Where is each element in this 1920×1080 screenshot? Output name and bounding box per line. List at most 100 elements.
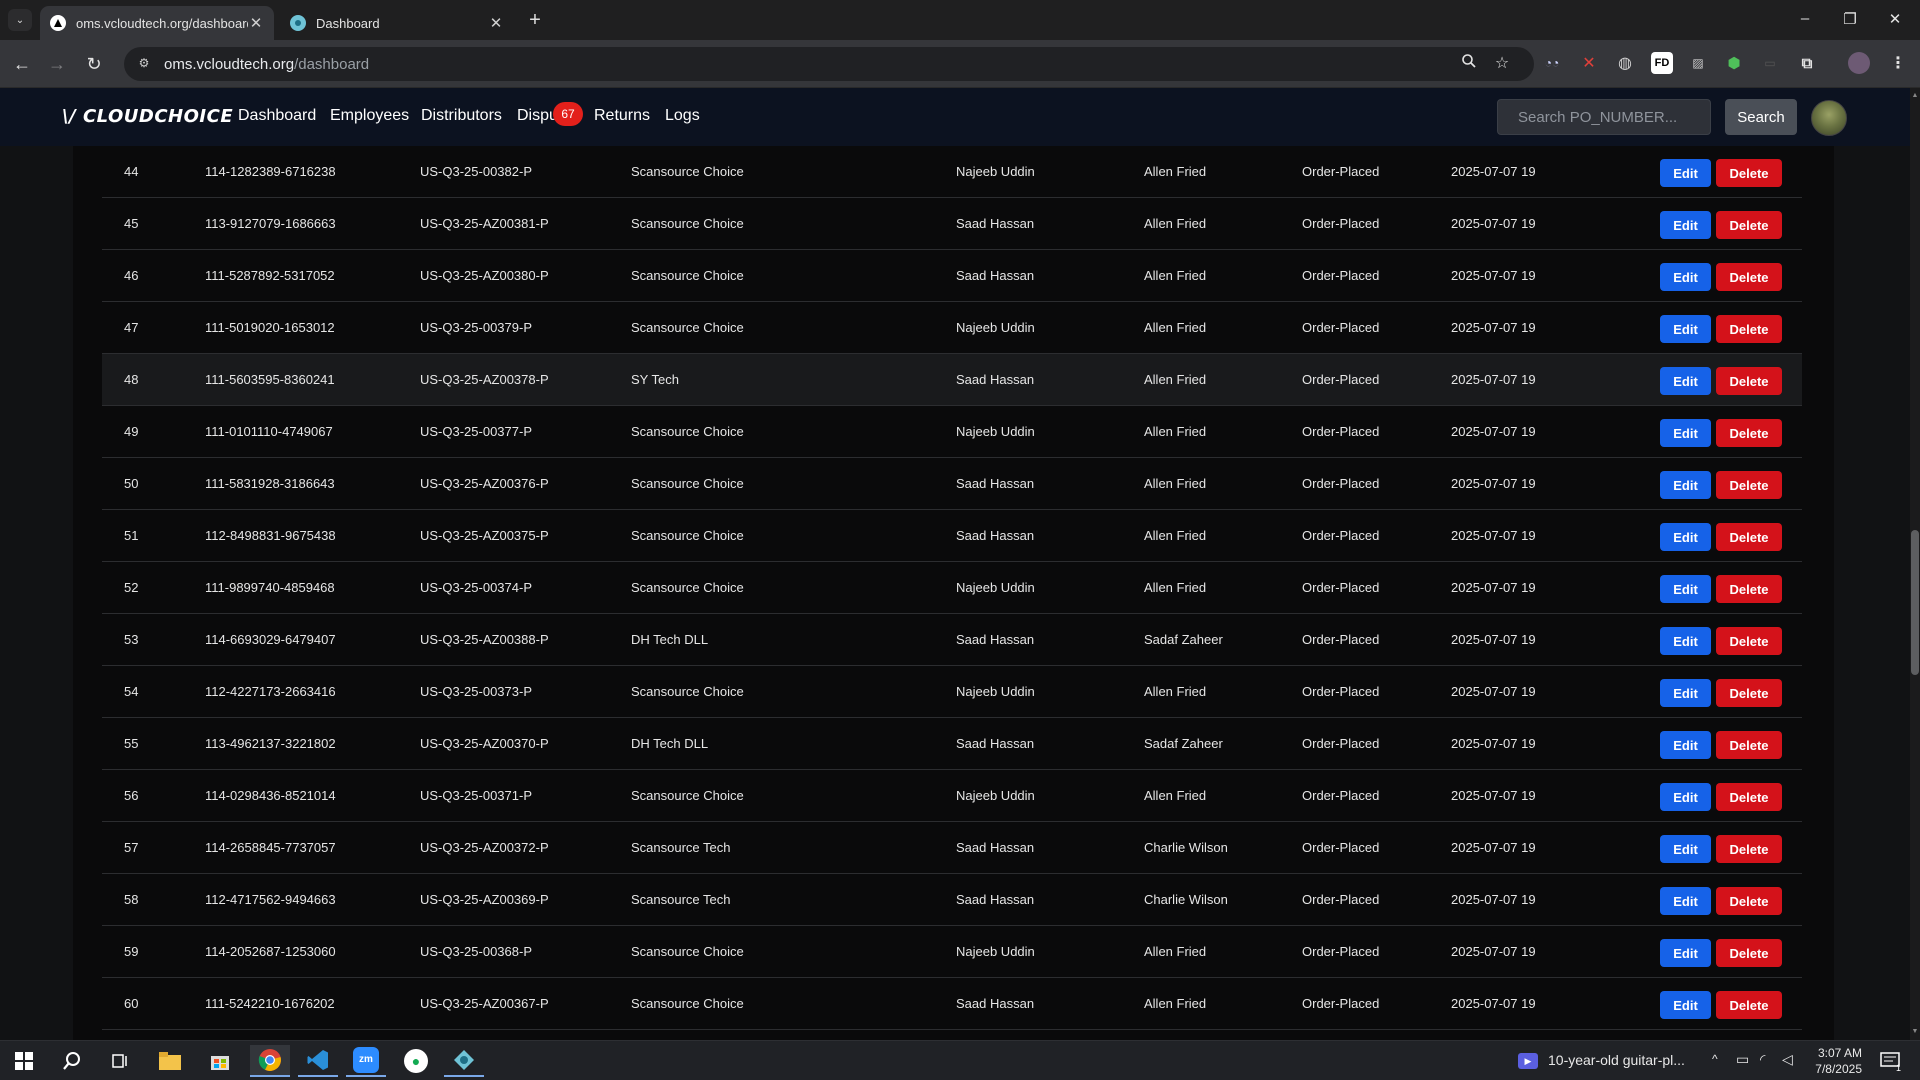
delete-button[interactable]: Delete — [1716, 523, 1782, 551]
edit-button[interactable]: Edit — [1660, 939, 1711, 967]
edit-button[interactable]: Edit — [1660, 991, 1711, 1019]
delete-button[interactable]: Delete — [1716, 887, 1782, 915]
forward-arrow-icon[interactable]: → — [46, 53, 68, 75]
close-tab-icon[interactable]: ✕ — [488, 14, 504, 32]
scroll-up-arrow-icon[interactable]: ▲ — [1910, 92, 1920, 102]
search-button[interactable]: Search — [1725, 99, 1797, 135]
media-title[interactable]: 10-year-old guitar-pl... — [1548, 1052, 1685, 1068]
delete-button[interactable]: Delete — [1716, 159, 1782, 187]
delete-button[interactable]: Delete — [1716, 627, 1782, 655]
cell-date: 2025-07-07 19 — [1451, 632, 1536, 647]
brand-logo[interactable]: \/ CLOUDCHOICE — [62, 106, 233, 127]
edit-button[interactable]: Edit — [1660, 211, 1711, 239]
chrome-icon[interactable] — [250, 1045, 290, 1077]
cell-assignee: Sadaf Zaheer — [1144, 736, 1223, 751]
cell-date: 2025-07-07 19 — [1451, 372, 1536, 387]
extension-globe-icon[interactable]: ◍ — [1614, 52, 1636, 74]
delete-button[interactable]: Delete — [1716, 575, 1782, 603]
delete-button[interactable]: Delete — [1716, 835, 1782, 863]
edit-button[interactable]: Edit — [1660, 887, 1711, 915]
file-explorer-icon[interactable] — [150, 1045, 190, 1077]
delete-button[interactable]: Delete — [1716, 263, 1782, 291]
delete-button[interactable]: Delete — [1716, 783, 1782, 811]
scroll-down-arrow-icon[interactable]: ▼ — [1910, 1028, 1920, 1038]
system-clock[interactable]: 3:07 AM 7/8/2025 — [1802, 1045, 1862, 1077]
zoom-app-icon[interactable]: zm — [346, 1045, 386, 1077]
extension-fd-icon[interactable]: FD — [1651, 52, 1673, 74]
edit-button[interactable]: Edit — [1660, 315, 1711, 343]
extension-shield-icon[interactable]: ⬢ — [1723, 52, 1745, 74]
site-settings-icon[interactable]: ⚙ — [136, 56, 152, 72]
cell-created-by: Saad Hassan — [956, 840, 1035, 855]
edit-button[interactable]: Edit — [1660, 679, 1711, 707]
zoom-icon[interactable] — [1458, 53, 1480, 74]
address-bar[interactable]: ⚙ oms.vcloudtech.org/dashboard — [124, 47, 1534, 81]
nav-disputes[interactable]: Dispu — [517, 107, 558, 125]
edit-button[interactable]: Edit — [1660, 419, 1711, 447]
delete-button[interactable]: Delete — [1716, 419, 1782, 447]
tab-oms-dashboard[interactable]: oms.vcloudtech.org/dashboard ✕ — [40, 6, 274, 40]
edit-button[interactable]: Edit — [1660, 263, 1711, 291]
user-avatar[interactable] — [1811, 100, 1847, 136]
nav-distributors[interactable]: Distributors — [421, 107, 502, 125]
nav-dashboard[interactable]: Dashboard — [238, 107, 316, 125]
restore-icon[interactable]: ❐ — [1840, 10, 1860, 28]
tab-title: Dashboard — [316, 15, 380, 31]
nav-employees[interactable]: Employees — [330, 107, 409, 125]
edit-button[interactable]: Edit — [1660, 575, 1711, 603]
media-play-icon[interactable]: ▶ — [1508, 1045, 1548, 1077]
more-menu-icon[interactable]: ⋮ — [1887, 52, 1909, 74]
edit-button[interactable]: Edit — [1660, 367, 1711, 395]
task-view-icon[interactable] — [100, 1045, 140, 1077]
app-diamond-icon[interactable] — [444, 1045, 484, 1077]
search-icon[interactable] — [52, 1045, 92, 1077]
edit-button[interactable]: Edit — [1660, 471, 1711, 499]
edit-button[interactable]: Edit — [1660, 627, 1711, 655]
delete-button[interactable]: Delete — [1716, 679, 1782, 707]
profile-avatar-icon[interactable] — [1848, 52, 1870, 74]
edit-button[interactable]: Edit — [1660, 523, 1711, 551]
bookmark-star-icon[interactable]: ☆ — [1491, 53, 1513, 73]
po-number-search-input[interactable] — [1497, 99, 1711, 135]
extension-x-icon[interactable]: ✕ — [1578, 52, 1600, 74]
cell-date: 2025-07-07 19 — [1451, 528, 1536, 543]
page-scrollbar-thumb[interactable] — [1911, 530, 1919, 675]
cell-created-by: Saad Hassan — [956, 372, 1035, 387]
cell-order-id: 114-2052687-1253060 — [205, 944, 336, 959]
delete-button[interactable]: Delete — [1716, 991, 1782, 1019]
tab-dashboard[interactable]: Dashboard ✕ — [280, 6, 514, 40]
delete-button[interactable]: Delete — [1716, 471, 1782, 499]
delete-button[interactable]: Delete — [1716, 211, 1782, 239]
minimize-icon[interactable]: – — [1795, 10, 1815, 27]
tab-search-button[interactable]: ⌄ — [8, 9, 32, 31]
windows-start-icon[interactable] — [4, 1045, 44, 1077]
edit-button[interactable]: Edit — [1660, 783, 1711, 811]
extension-image-icon[interactable]: ▨ — [1687, 52, 1709, 74]
edit-button[interactable]: Edit — [1660, 731, 1711, 759]
back-arrow-icon[interactable]: ← — [11, 53, 33, 75]
reload-icon[interactable]: ↻ — [83, 53, 105, 75]
edit-button[interactable]: Edit — [1660, 835, 1711, 863]
delete-button[interactable]: Delete — [1716, 939, 1782, 967]
cell-distributor: Scansource Choice — [631, 996, 744, 1011]
delete-button[interactable]: Delete — [1716, 731, 1782, 759]
extensions-puzzle-icon[interactable]: ⧉ — [1796, 52, 1818, 74]
new-tab-plus-icon[interactable]: + — [524, 9, 546, 32]
nav-returns[interactable]: Returns — [594, 107, 650, 125]
volume-icon[interactable]: ◁ — [1782, 1051, 1793, 1068]
delete-button[interactable]: Delete — [1716, 315, 1782, 343]
microsoft-store-icon[interactable] — [200, 1045, 240, 1077]
vscode-icon[interactable] — [298, 1045, 338, 1077]
wifi-icon[interactable]: ◜ — [1760, 1051, 1765, 1068]
notification-icon[interactable]: 1 — [1870, 1045, 1910, 1077]
extension-glasses-icon[interactable]: ◔◔ — [1541, 52, 1563, 74]
delete-button[interactable]: Delete — [1716, 367, 1782, 395]
mongodb-compass-icon[interactable]: ● — [396, 1045, 436, 1077]
tray-chevron-up-icon[interactable]: ^ — [1712, 1052, 1718, 1066]
nav-logs[interactable]: Logs — [665, 107, 700, 125]
edit-button[interactable]: Edit — [1660, 159, 1711, 187]
close-window-icon[interactable]: ✕ — [1885, 10, 1905, 28]
close-tab-icon[interactable]: ✕ — [248, 14, 264, 32]
battery-icon[interactable]: ▭ — [1736, 1051, 1749, 1068]
extension-card-icon[interactable]: ▭ — [1759, 52, 1781, 74]
